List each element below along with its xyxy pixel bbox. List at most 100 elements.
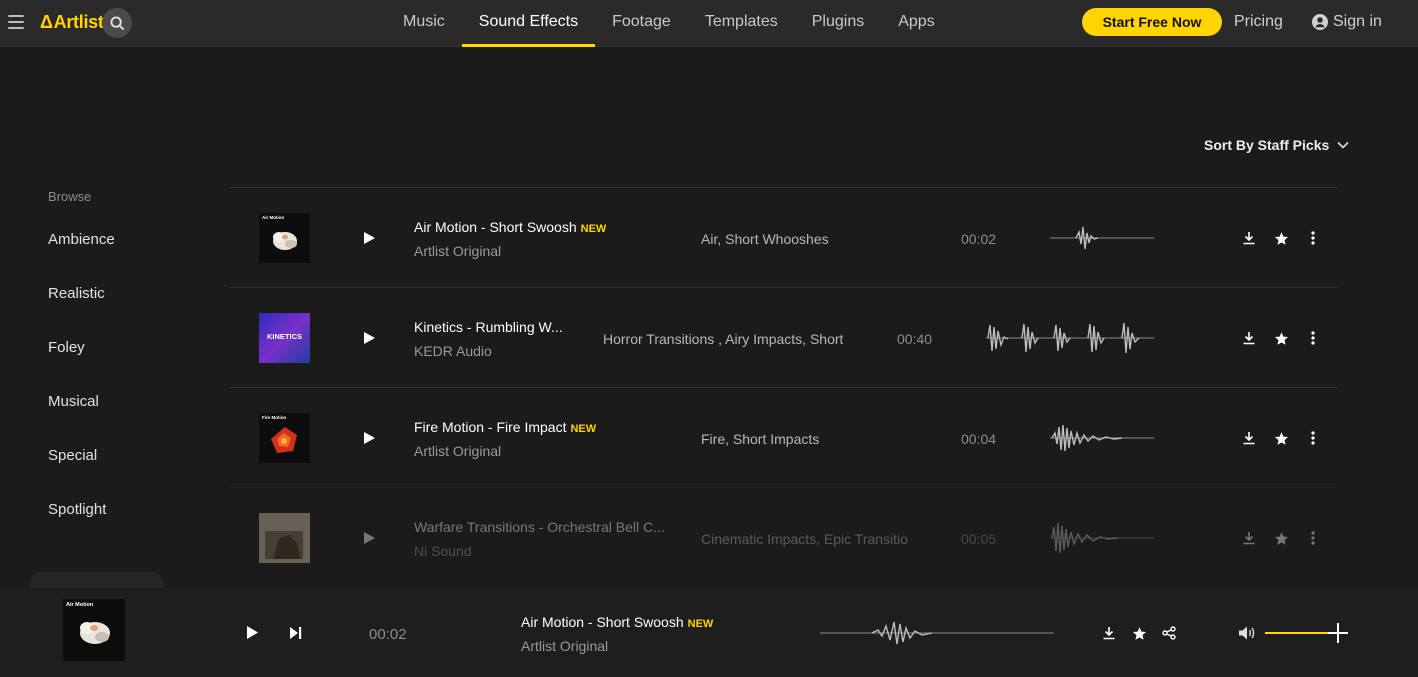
nav-music[interactable]: Music (386, 0, 462, 47)
nav-templates[interactable]: Templates (688, 0, 795, 47)
start-free-button[interactable]: Start Free Now (1082, 8, 1222, 36)
favorite-button[interactable] (1273, 430, 1289, 446)
album-art: KINETICS (259, 313, 310, 363)
play-icon[interactable] (362, 531, 376, 545)
star-icon (1132, 626, 1146, 640)
more-button[interactable] (1305, 230, 1321, 246)
player-waveform[interactable] (820, 612, 1054, 654)
track-artist[interactable]: Ni Sound (414, 543, 472, 559)
download-button[interactable] (1241, 330, 1257, 346)
more-vertical-icon (1311, 331, 1315, 345)
play-icon[interactable] (362, 331, 376, 345)
nav-apps[interactable]: Apps (881, 0, 951, 47)
volume-icon[interactable] (1238, 625, 1256, 641)
nav-sound-effects[interactable]: Sound Effects (461, 0, 596, 47)
track-row[interactable]: Fire Motion Fire Motion - Fire Impact NEW… (230, 387, 1337, 487)
download-button[interactable] (1241, 430, 1257, 446)
audio-player: Air Motion 00:02 Air Motion - Short Swoo… (0, 588, 1418, 677)
more-button[interactable] (1305, 530, 1321, 546)
art-caption: Fire Motion (262, 415, 286, 420)
more-vertical-icon (1311, 531, 1315, 545)
sidebar-item-ambience[interactable]: Ambience (48, 231, 115, 248)
track-artist[interactable]: Artlist Original (414, 243, 501, 259)
player-favorite-button[interactable] (1131, 625, 1147, 641)
player-track-title[interactable]: Air Motion - Short Swoosh NEW (521, 614, 713, 630)
logo-text: Artlist (53, 12, 104, 32)
sign-in-label: Sign in (1333, 13, 1382, 30)
track-actions (1241, 530, 1321, 546)
track-duration: 00:05 (961, 531, 997, 547)
new-badge: NEW (580, 223, 607, 235)
waveform[interactable] (1050, 413, 1154, 463)
album-art (259, 513, 310, 563)
track-row[interactable]: Air Motion Air Motion - Short Swoosh NEW … (230, 187, 1337, 287)
player-download-button[interactable] (1101, 625, 1117, 641)
hamburger-icon[interactable] (8, 15, 24, 29)
track-row[interactable]: KINETICS Kinetics - Rumbling W... KEDR A… (230, 287, 1337, 387)
player-track-artist[interactable]: Artlist Original (521, 638, 608, 654)
nav-plugins[interactable]: Plugins (795, 0, 881, 47)
sidebar-item-spotlight[interactable]: Spotlight (48, 501, 106, 518)
waveform[interactable] (1050, 213, 1154, 263)
player-share-button[interactable] (1161, 625, 1177, 641)
pricing-link[interactable]: Pricing (1234, 13, 1283, 31)
sort-dropdown[interactable]: Sort By Staff Picks (1204, 137, 1349, 153)
waveform[interactable] (1050, 513, 1154, 563)
download-icon (1243, 332, 1255, 345)
favorite-button[interactable] (1273, 230, 1289, 246)
track-title[interactable]: Air Motion - Short Swoosh NEW (414, 219, 606, 235)
play-icon[interactable] (362, 231, 376, 245)
track-title[interactable]: Warfare Transitions - Orchestral Bell C.… (414, 519, 665, 535)
art-caption: Air Motion (262, 215, 284, 220)
waveform[interactable] (986, 313, 1154, 363)
sidebar-item-foley[interactable]: Foley (48, 339, 85, 356)
track-tags[interactable]: Cinematic Impacts, Epic Transition (701, 531, 908, 547)
player-title-text: Air Motion - Short Swoosh (521, 614, 684, 630)
art-caption: KINETICS (267, 332, 302, 341)
track-tags[interactable]: Horror Transitions , Airy Impacts, Short… (603, 331, 843, 347)
sidebar-item-special[interactable]: Special (48, 447, 97, 464)
download-button[interactable] (1241, 530, 1257, 546)
new-badge: NEW (687, 618, 714, 630)
sign-in-link[interactable]: Sign in (1312, 13, 1382, 31)
track-title-text: Air Motion - Short Swoosh (414, 219, 577, 235)
track-tags[interactable]: Fire, Short Impacts (701, 431, 881, 447)
track-actions (1241, 330, 1321, 346)
player-current-time: 00:02 (369, 626, 407, 643)
play-icon[interactable] (362, 431, 376, 445)
track-artist[interactable]: Artlist Original (414, 443, 501, 459)
main-nav: Music Sound Effects Footage Templates Pl… (386, 0, 952, 47)
player-actions (1101, 625, 1177, 641)
track-duration: 00:04 (961, 431, 997, 447)
track-title[interactable]: Kinetics - Rumbling W... (414, 319, 563, 335)
sidebar-item-musical[interactable]: Musical (48, 393, 99, 410)
share-icon (1162, 626, 1176, 640)
favorite-button[interactable] (1273, 330, 1289, 346)
more-vertical-icon (1311, 431, 1315, 445)
browse-heading: Browse (48, 189, 92, 204)
more-button[interactable] (1305, 330, 1321, 346)
nav-footage[interactable]: Footage (595, 0, 688, 47)
search-icon (109, 15, 124, 30)
track-tags[interactable]: Air, Short Whooshes (701, 231, 881, 247)
track-row[interactable]: Warfare Transitions - Orchestral Bell C.… (230, 487, 1337, 587)
chevron-down-icon (1337, 141, 1349, 149)
download-button[interactable] (1241, 230, 1257, 246)
artlist-logo[interactable]: ΔArtlist (40, 12, 104, 33)
sidebar-item-realistic[interactable]: Realistic (48, 285, 105, 302)
skip-next-icon[interactable] (289, 626, 303, 640)
track-title-text: Warfare Transitions - Orchestral Bell C.… (414, 519, 665, 535)
favorite-button[interactable] (1273, 530, 1289, 546)
search-button[interactable] (102, 8, 132, 38)
track-duration: 00:40 (897, 331, 933, 347)
new-badge: NEW (570, 423, 597, 435)
top-nav: ΔArtlist Music Sound Effects Footage Tem… (0, 0, 1418, 47)
album-art: Fire Motion (259, 413, 310, 463)
track-artist[interactable]: KEDR Audio (414, 343, 492, 359)
play-icon[interactable] (245, 625, 259, 640)
track-list: Air Motion Air Motion - Short Swoosh NEW … (230, 187, 1337, 587)
album-art: Air Motion (259, 213, 310, 263)
track-title[interactable]: Fire Motion - Fire Impact NEW (414, 419, 596, 435)
more-button[interactable] (1305, 430, 1321, 446)
download-icon (1103, 627, 1115, 640)
